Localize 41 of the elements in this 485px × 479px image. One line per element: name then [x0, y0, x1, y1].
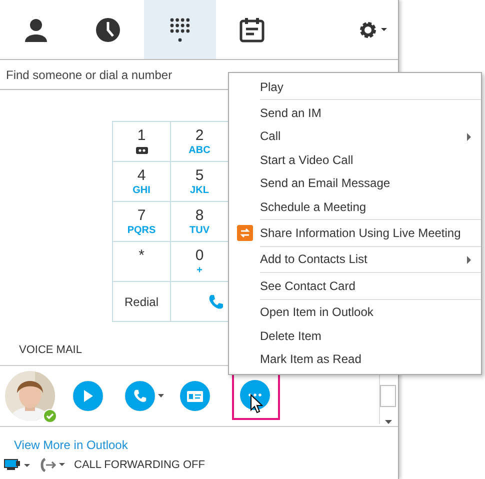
call-forward-icon: [40, 458, 66, 472]
person-icon: [23, 16, 49, 42]
nav-tab[interactable]: [144, 0, 216, 59]
dialpad-key[interactable]: 7 PQRS: [113, 202, 171, 242]
scroll-down-icon[interactable]: [384, 420, 392, 424]
ellipsis-icon: [248, 392, 262, 396]
redial-button[interactable]: Redial: [113, 282, 171, 322]
submenu-arrow-icon: [467, 256, 471, 264]
dialpad-icon: [169, 16, 191, 42]
phone-icon: [208, 294, 224, 310]
submenu-arrow-icon: [467, 132, 471, 141]
menu-item[interactable]: Send an Email Message: [229, 172, 481, 195]
contact-card-button[interactable]: [180, 381, 210, 411]
clock-icon: [95, 16, 121, 42]
play-button[interactable]: [73, 381, 103, 411]
nav-tab[interactable]: [0, 0, 72, 59]
monitor-icon: [4, 459, 30, 471]
view-more-link[interactable]: View More in Outlook: [0, 427, 398, 458]
dialpad-key[interactable]: *: [113, 242, 171, 282]
call-forwarding-status: CALL FORWARDING OFF: [74, 459, 205, 471]
caret-icon[interactable]: [158, 394, 164, 398]
calendar-icon: [239, 16, 265, 42]
live-meeting-icon: [236, 225, 252, 242]
menu-item[interactable]: Call: [229, 124, 481, 148]
mouse-cursor-icon: [250, 394, 263, 414]
dialpad-key[interactable]: 1: [113, 122, 171, 162]
play-icon: [82, 390, 94, 402]
contact-card-icon: [187, 390, 203, 402]
phone-icon: [133, 389, 147, 403]
menu-item[interactable]: Schedule a Meeting: [229, 194, 481, 218]
voicemail-icon: [136, 147, 148, 154]
menu-item[interactable]: Send an IM: [229, 101, 481, 125]
menu-item[interactable]: Start a Video Call: [229, 148, 481, 172]
settings-icon: [358, 20, 388, 40]
menu-item[interactable]: Share Information Using Live Meeting: [229, 221, 481, 245]
menu-item[interactable]: See Contact Card: [229, 274, 481, 298]
menu-item[interactable]: Add to Contacts List: [229, 248, 481, 272]
dialpad-key[interactable]: 4 GHI: [113, 162, 171, 202]
menu-item[interactable]: Open Item in Outlook: [229, 300, 481, 324]
settings-button[interactable]: [348, 0, 398, 59]
available-status-icon: [43, 409, 57, 423]
